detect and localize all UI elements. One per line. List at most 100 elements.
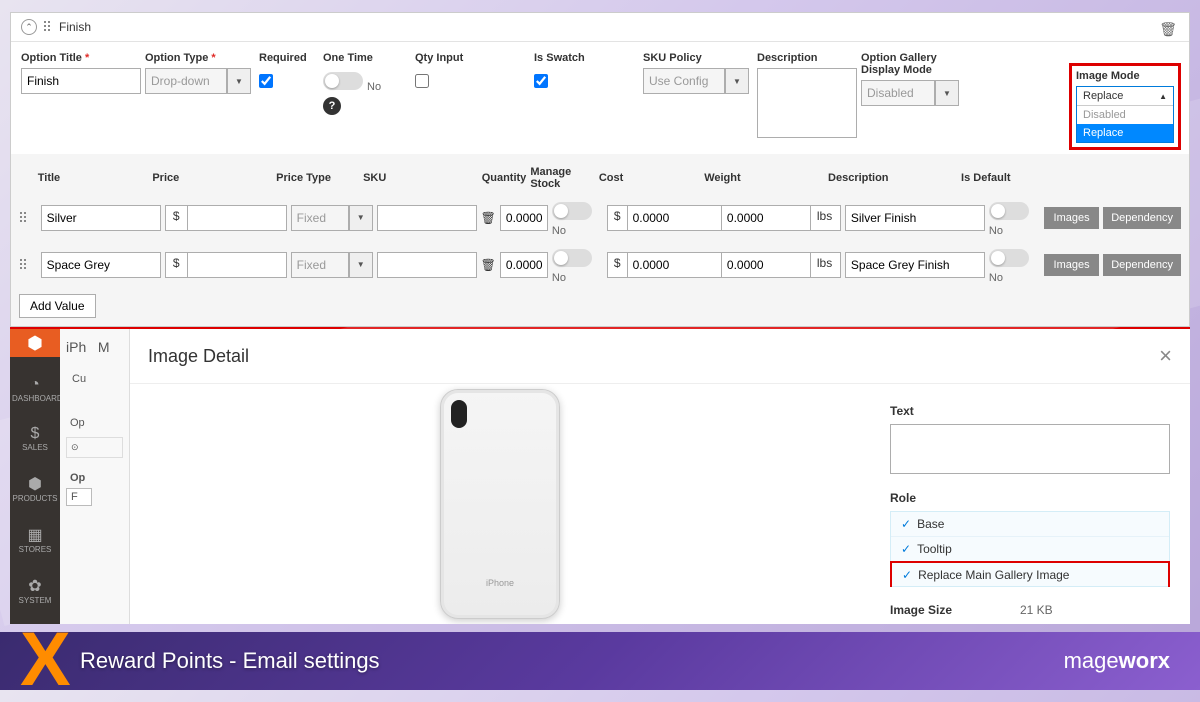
option-header-title: Finish [59,20,91,34]
qty-input[interactable] [500,252,548,278]
image-mode-option-disabled[interactable]: Disabled [1077,106,1173,124]
text-label: Text [890,404,1170,418]
is-swatch-checkbox[interactable] [534,74,548,88]
background-page-peek: iPh M Cu Op ⊙ Op F [60,329,130,624]
sidebar-item[interactable]: $SALES [12,425,58,452]
image-mode-option-replace[interactable]: Replace [1077,124,1173,142]
sidebar-icon: ✿ [12,576,58,596]
table-row: $▼🗑 No$lbs NoImagesDependency [19,241,1181,288]
one-time-value: No [367,81,381,93]
currency-label: $ [165,205,187,231]
manage-stock-toggle[interactable] [552,249,592,267]
sku-input[interactable] [377,205,477,231]
role-label: Replace Main Gallery Image [918,568,1069,582]
dependency-button[interactable]: Dependency [1103,254,1181,276]
weight-input[interactable] [721,205,811,231]
collapse-icon[interactable]: ⌃ [21,19,37,35]
sidebar-item[interactable]: ⬢PRODUCTS [12,474,58,503]
add-value-button[interactable]: Add Value [19,294,96,318]
text-textarea[interactable] [890,424,1170,474]
required-label: Required [259,52,319,64]
chevron-down-icon[interactable]: ▼ [227,68,251,94]
qty-input-checkbox[interactable] [415,74,429,88]
role-item[interactable]: ✓Tooltip [891,537,1169,562]
is-swatch-label: Is Swatch [534,52,594,64]
image-size-value: 21 KB [1020,603,1053,617]
magento-logo-icon[interactable]: ⬢ [10,329,60,357]
delete-row-icon[interactable]: 🗑 [481,211,496,225]
one-time-label: One Time [323,52,391,64]
col-default: Is Default [961,172,1026,184]
footer-brand: mageworx [1064,648,1170,674]
sidebar-icon: ◔ [12,376,58,394]
dependency-button[interactable]: Dependency [1103,207,1181,229]
check-icon: ✓ [902,568,912,582]
admin-sidebar: ⬢ ◔DASHBOARD $SALES ⬢PRODUCTS ▦STORES ✿SYSTE… [10,329,60,624]
table-row: $ ▼ 🗑 No $ lbs No ImagesDependency [19,194,1181,241]
drag-handle-icon[interactable] [43,20,53,34]
col-pricetype: Price Type [276,172,359,184]
option-title-input[interactable] [21,68,141,94]
col-sku: SKU [363,172,455,184]
images-button[interactable]: Images [1044,207,1099,229]
price-type-select[interactable] [291,252,349,278]
delete-option-icon[interactable]: 🗑 [1159,21,1177,38]
value-title-input[interactable] [41,205,161,231]
role-list: ✓Base✓Tooltip✓Replace Main Gallery Image [890,511,1170,587]
phone-image: iPhone [440,389,560,619]
one-time-toggle[interactable] [323,72,363,90]
images-button[interactable]: Images [1044,254,1099,276]
currency-label: $ [607,205,627,231]
weight-unit: lbs [811,205,841,231]
qty-input[interactable] [500,205,548,231]
currency-label: $ [607,252,627,278]
sidebar-item[interactable]: ✿SYSTEM [12,576,58,605]
close-icon[interactable]: × [1159,343,1172,369]
chevron-down-icon[interactable]: ▼ [349,205,373,231]
price-input[interactable] [187,252,287,278]
sidebar-item[interactable]: ▦STORES [12,525,58,554]
sidebar-icon: ▦ [12,525,58,545]
weight-unit: lbs [811,252,841,278]
image-mode-select[interactable]: Replace▲ Disabled Replace [1076,86,1174,143]
chevron-down-icon[interactable]: ▼ [725,68,749,94]
no-label: No [552,225,566,237]
description-textarea[interactable] [757,68,857,138]
help-icon[interactable]: ? [323,97,341,115]
role-item[interactable]: ✓ Replace Main Gallery Image [890,561,1170,587]
col-weight: Weight [704,172,824,184]
is-default-toggle[interactable] [989,249,1029,267]
required-checkbox[interactable] [259,74,273,88]
is-default-toggle[interactable] [989,202,1029,220]
manage-stock-toggle[interactable] [552,202,592,220]
role-item[interactable]: ✓Base [891,512,1169,537]
price-input[interactable] [187,205,287,231]
chevron-down-icon[interactable]: ▼ [349,252,373,278]
value-desc-input[interactable] [845,205,985,231]
value-title-input[interactable] [41,252,161,278]
sidebar-icon: $ [12,425,58,443]
sku-policy-select[interactable] [643,68,725,94]
footer-title: Reward Points - Email settings [80,648,1064,674]
option-type-select[interactable] [145,68,227,94]
panel-header: ⌃ Finish 🗑 [11,13,1189,42]
cost-input[interactable] [627,252,727,278]
drag-handle-icon[interactable] [19,258,31,272]
chevron-up-icon[interactable]: ▲ [1159,92,1167,101]
sku-input[interactable] [377,252,477,278]
currency-label: $ [165,252,187,278]
cost-input[interactable] [627,205,727,231]
sidebar-icon: ⬢ [12,474,58,494]
col-stock: Manage Stock [530,166,595,190]
check-icon: ✓ [901,542,911,556]
sidebar-item[interactable]: ◔DASHBOARD [12,376,58,403]
no-label: No [989,225,1003,237]
check-icon: ✓ [901,517,911,531]
bottom-section: ⬢ ◔DASHBOARD $SALES ⬢PRODUCTS ▦STORES ✿SYSTE… [10,329,1190,624]
weight-input[interactable] [721,252,811,278]
logo-x-icon: X [20,633,71,686]
value-desc-input[interactable] [845,252,985,278]
delete-row-icon[interactable]: 🗑 [481,258,496,272]
price-type-select[interactable] [291,205,349,231]
drag-handle-icon[interactable] [19,211,31,225]
